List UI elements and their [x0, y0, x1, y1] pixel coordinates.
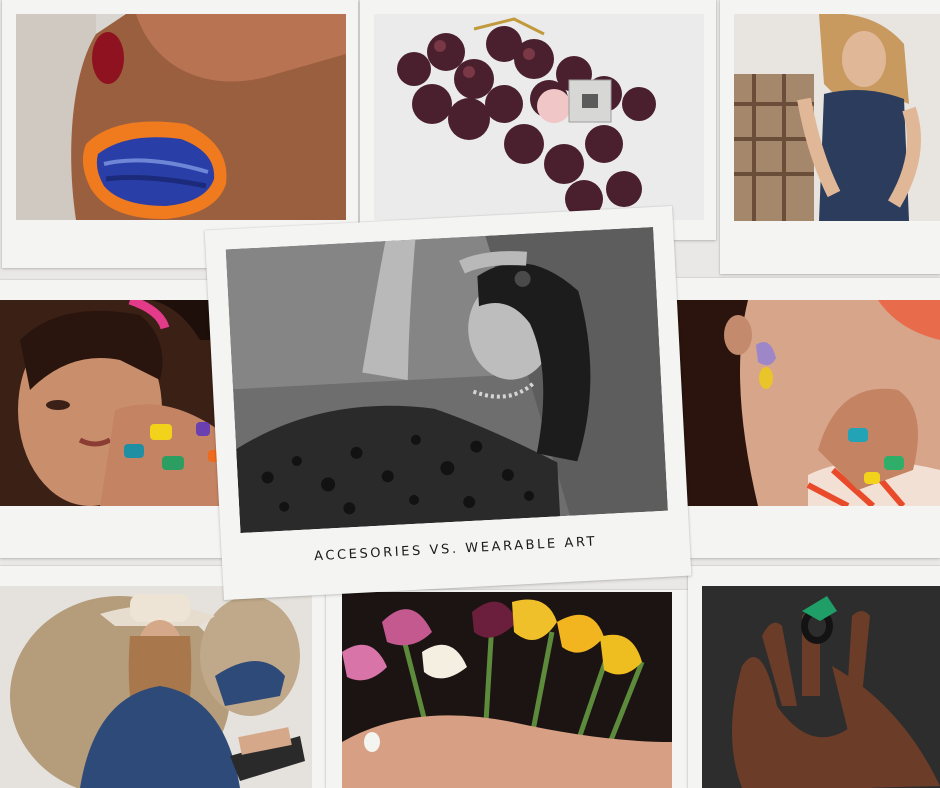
polaroid-colorful-rings [0, 280, 244, 558]
polaroid-denim-dress [720, 0, 940, 274]
calla-lily-bouquet-photo [342, 592, 672, 788]
polaroid-grapes [360, 0, 716, 240]
polaroid-calla-lilies [326, 590, 688, 788]
hand-wearing-orange-blue-stone-ring-photo [16, 14, 346, 220]
polaroid-cowboy-hat [0, 566, 326, 788]
collage-caption: ACCESORIES VS. WEARABLE ART [313, 534, 598, 565]
woman-in-cowboy-hat-photo [0, 586, 312, 788]
featured-polaroid: ACCESORIES VS. WEARABLE ART [204, 206, 692, 600]
woman-with-colorful-rings-photo [0, 300, 232, 506]
woman-with-lilac-earring-photo [658, 300, 940, 506]
hand-holding-green-ring-photo [702, 586, 940, 788]
grapes-with-pink-orb-ring-photo [374, 14, 704, 220]
polaroid-green-ring [688, 566, 940, 788]
black-and-white-woman-leopard-dress-photo [225, 227, 668, 534]
woman-in-denim-dress-photo [734, 14, 940, 221]
